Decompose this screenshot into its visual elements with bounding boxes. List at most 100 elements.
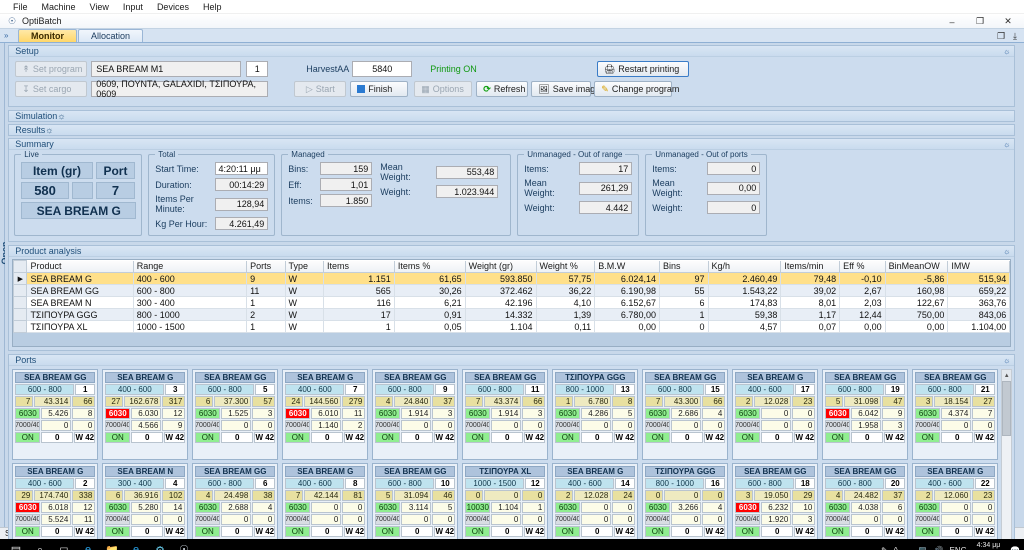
save-image-button[interactable]: 🖼 Save image [531,81,600,97]
network-icon[interactable]: 💻 [918,546,928,550]
menu-item-view[interactable]: View [83,1,116,13]
clock[interactable]: 4:34 μμ 29/3/2019 [973,541,1004,550]
column-header-b-m-w[interactable]: B.M.W [594,260,660,273]
port-card[interactable]: SEA BREAM GG 600 - 800 1 7 43.314 66 6030 5.426… [12,369,99,460]
port-card[interactable]: SEA BREAM GG 600 - 800 11 7 43.374 66 6030 1.91… [462,369,549,460]
start-button[interactable]: ▷ Start [294,81,347,97]
program-name-field[interactable]: SEA BREAM M1 [91,61,242,77]
table-row[interactable]: ΤΣΙΠΟΥΡΑ XL 1000 - 1500 1 W 1 0,05 1.104 0,11 0,… [13,320,1011,333]
ports-vertical-scrollbar[interactable]: ▲ [1001,369,1013,550]
set-cargo-button[interactable]: ↧ Set cargo [15,81,88,97]
options-button[interactable]: ▦ Options [414,81,473,97]
chevron-up-icon[interactable]: ^ [894,546,898,550]
table-row[interactable]: SEA BREAM N 300 - 400 1 W 116 6,21 42.196 4,10 6… [13,296,1011,309]
column-header-imw[interactable]: IMW [947,260,1011,273]
start-time-value[interactable]: 4:20:11 μμ [214,162,269,175]
pin-icon[interactable]: ☼ [45,125,53,135]
port-card[interactable]: SEA BREAM GG 600 - 800 6 4 24.498 38 6030 2.688… [192,463,279,550]
menu-item-file[interactable]: File [6,1,35,13]
column-header-range[interactable]: Range [132,260,248,273]
onedrive-icon[interactable]: ☁ [904,546,912,550]
restart-printing-button[interactable]: 🖨 Restart printing [596,61,689,77]
menu-item-help[interactable]: Help [196,1,229,13]
search-icon[interactable]: ⌕ [28,540,52,550]
start-icon[interactable]: ▤ [4,540,28,550]
ie-icon[interactable]: e [124,540,148,550]
port-card-range: 600 - 800 [375,478,435,489]
table-cell: 800 - 1000 [132,308,248,321]
column-header-eff[interactable]: Eff % [839,260,886,273]
scroll-thumb[interactable] [1002,381,1012,436]
pen-icon[interactable]: ✎ [881,546,888,550]
table-row[interactable]: ▶ SEA BREAM G 400 - 600 9 W 1.151 61,65 593.850… [13,272,1011,285]
port-card[interactable]: SEA BREAM G 400 - 600 7 24 144.560 279 6030 6.0… [282,369,369,460]
edge-icon[interactable]: e [76,540,100,550]
settings-icon[interactable]: ⚙ [148,540,172,550]
port-card[interactable]: ΤΣΙΠΟΥΡΑ GGG 800 - 1000 13 1 6.780 8 6030 4.286… [552,369,639,460]
minimize-button[interactable]: – [938,15,966,29]
port-card[interactable]: SEA BREAM GG 600 - 800 9 4 24.840 37 6030 1.914… [372,369,459,460]
column-header-type[interactable]: Type [284,260,324,273]
port-card[interactable]: SEA BREAM G 400 - 600 14 2 12.028 24 6030 0 0 700… [552,463,639,550]
port-card[interactable]: SEA BREAM GG 600 - 800 10 5 31.094 46 6030 3.11… [372,463,459,550]
table-row[interactable]: SEA BREAM GG 600 - 800 11 W 565 30,26 372.462 3… [13,284,1011,297]
pin-icon[interactable]: ☼ [1003,140,1010,149]
pin-icon[interactable]: ☼ [1003,47,1010,56]
close-button[interactable]: ✕ [994,15,1022,29]
maximize-button[interactable]: ❐ [966,15,994,29]
column-header-items[interactable]: Items % [393,260,466,273]
column-header-weight[interactable]: Weight % [535,260,596,273]
port-card-bin-items: 81 [342,490,366,501]
port-card[interactable]: SEA BREAM G 400 - 600 3 27 162.678 317 6030 6.0… [102,369,189,460]
menu-item-input[interactable]: Input [116,1,150,13]
chevron-right-icon[interactable]: » [4,31,8,40]
language-indicator[interactable]: ENG [950,546,967,550]
column-header-ports[interactable]: Ports [246,260,286,273]
port-card[interactable]: SEA BREAM G 400 - 600 17 2 12.028 23 6030 0 0 700… [732,369,819,460]
harvest-value-field[interactable]: 5840 [352,61,413,77]
port-card[interactable]: SEA BREAM GG 600 - 800 21 3 18.154 27 6030 4.37… [912,369,999,460]
tab-allocation[interactable]: Allocation [78,29,144,42]
column-header-items[interactable]: Items [322,260,395,273]
port-card[interactable]: SEA BREAM N 300 - 400 4 6 36.916 102 6030 5.280… [102,463,189,550]
port-card[interactable]: SEA BREAM GG 600 - 800 19 5 31.098 47 6030 6.04… [822,369,909,460]
pin-icon[interactable]: ☼ [1003,247,1010,256]
port-card[interactable]: SEA BREAM GG 600 - 800 20 4 24.482 37 6030 4.03… [822,463,909,550]
pin-icon[interactable]: ☼ [1003,356,1010,365]
column-header-bins[interactable]: Bins [658,260,709,273]
optibatch-icon[interactable]: ☉ [172,540,196,550]
cargo-field[interactable]: 0609, ΠΟΥΝΤΑ, GALAXIDI, ΤΣΙΠΟΥΡΑ, 0609 [91,79,269,99]
notifications-icon[interactable]: 💬 [1010,546,1020,550]
menu-item-devices[interactable]: Devices [150,1,196,13]
column-header-kg-h[interactable]: Kg/h [707,260,782,273]
table-row[interactable]: ΤΣΙΠΟΥΡΑ GGG 800 - 1000 2 W 17 0,91 14.332 1,39… [13,308,1011,321]
port-card[interactable]: SEA BREAM G 400 - 600 22 2 12.060 23 6030 0 0 700… [912,463,999,550]
port-card[interactable]: ΤΣΙΠΟΥΡΑ XL 1000 - 1500 12 0 0 0 10030 1.104 1 70… [462,463,549,550]
set-program-button[interactable]: ↟ Set program [15,61,88,77]
pin-icon[interactable]: ☼ [57,111,65,121]
scroll-up-icon[interactable]: ▲ [1002,370,1012,381]
port-card[interactable]: ΤΣΙΠΟΥΡΑ GGG 800 - 1000 16 0 0 0 6030 3.266 4 700… [642,463,729,550]
refresh-button[interactable]: ⟳ Refresh [476,81,529,97]
tab-monitor[interactable]: Monitor [18,29,77,42]
change-program-button[interactable]: ✎ Change program [594,81,679,97]
port-card[interactable]: SEA BREAM GG 600 - 800 15 7 43.300 66 6030 2.68… [642,369,729,460]
taskview-icon[interactable]: ◻ [52,540,76,550]
column-header-product[interactable]: Product [26,260,134,273]
port-card[interactable]: SEA BREAM G 400 - 600 2 29 174.740 338 6030 6.0… [12,463,99,550]
finish-button[interactable]: Finish [350,81,409,97]
column-header-weight-gr[interactable]: Weight (gr) [464,260,537,273]
results-panel-header[interactable]: Results ☼ [8,124,1016,136]
column-header-items-min[interactable]: Items/min [780,260,841,273]
port-card[interactable]: SEA BREAM GG 600 - 800 18 3 19.050 29 6030 6.23… [732,463,819,550]
program-index-field[interactable]: 1 [246,61,269,77]
column-header-binmeanow[interactable]: BinMeanOW [884,260,949,273]
volume-icon[interactable]: 🔊 [934,546,944,550]
port-card[interactable]: SEA BREAM GG 600 - 800 5 6 37.300 57 6030 1.525… [192,369,279,460]
explorer-icon[interactable]: 📁 [100,540,124,550]
simulation-panel-header[interactable]: Simulation ☼ [8,110,1016,122]
menu-item-machine[interactable]: Machine [35,1,83,13]
mdi-close-button[interactable]: ⤓ [1008,30,1022,44]
mdi-restore-button[interactable]: ❐ [994,30,1008,44]
port-card[interactable]: SEA BREAM G 400 - 600 8 7 42.144 81 6030 0 0 7000… [282,463,369,550]
